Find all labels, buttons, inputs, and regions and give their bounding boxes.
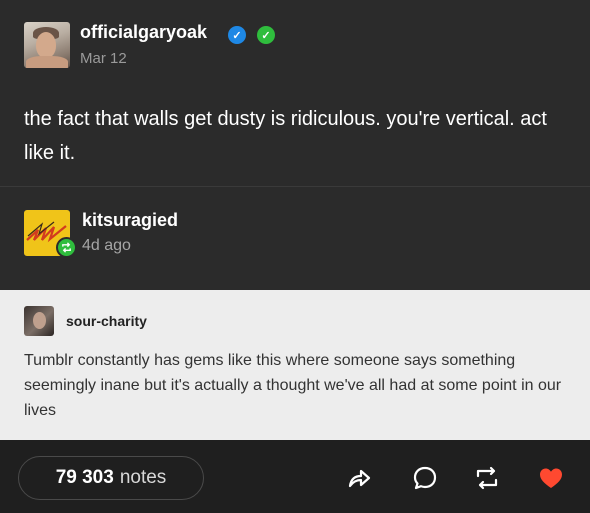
- reply-icon[interactable]: [411, 464, 439, 492]
- original-post: officialgaryoak ✓ ✓ Mar 12 the fact that…: [0, 0, 590, 290]
- verified-green-icon: ✓: [257, 26, 275, 44]
- reblog-time[interactable]: 4d ago: [82, 237, 131, 255]
- post-date[interactable]: Mar 12: [80, 50, 127, 67]
- commenter-username[interactable]: sour-charity: [66, 313, 147, 329]
- avatar-shoulders: [26, 56, 68, 68]
- share-icon[interactable]: [345, 464, 373, 492]
- verified-blue-icon: ✓: [228, 26, 246, 44]
- author-username[interactable]: officialgaryoak: [80, 22, 207, 43]
- avatar-face: [36, 32, 56, 58]
- divider: [0, 186, 590, 187]
- post-footer: 79 303 notes: [0, 440, 590, 513]
- reblog-icon[interactable]: [473, 464, 501, 492]
- reblogger-username[interactable]: kitsuragied: [82, 210, 178, 231]
- post-text: the fact that walls get dusty is ridicul…: [24, 108, 547, 164]
- reblog-comment: sour-charity Tumblr constantly has gems …: [0, 290, 590, 440]
- reblog-badge-icon: [56, 237, 77, 258]
- notes-count: 79 303: [55, 467, 114, 488]
- like-icon[interactable]: [537, 464, 565, 492]
- author-avatar[interactable]: [24, 22, 70, 68]
- comment-text: Tumblr constantly has gems like this whe…: [24, 352, 562, 419]
- notes-button[interactable]: 79 303 notes: [18, 456, 204, 500]
- avatar-face: [33, 312, 46, 329]
- notes-label: notes: [119, 467, 167, 488]
- commenter-avatar[interactable]: [24, 306, 54, 336]
